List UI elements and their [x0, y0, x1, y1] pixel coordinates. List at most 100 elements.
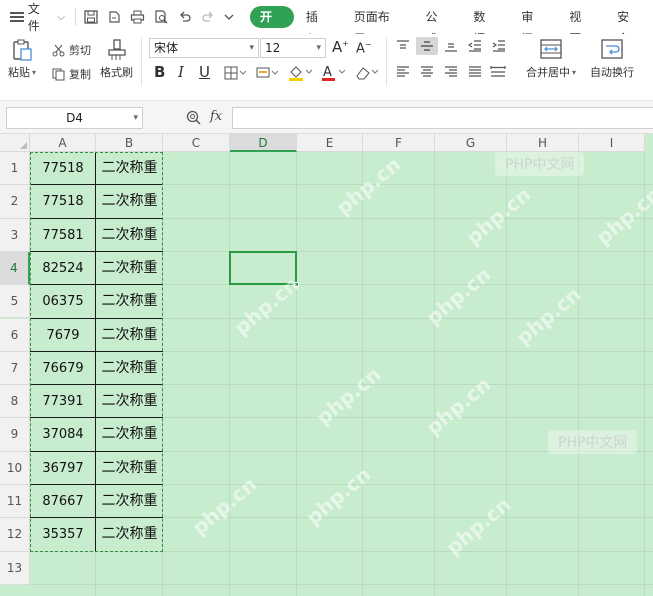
customize-toolbar-icon[interactable]	[224, 10, 234, 24]
underline-icon[interactable]: U	[199, 63, 210, 81]
column-header-f[interactable]: F	[363, 134, 435, 152]
row-header-1[interactable]: 1	[0, 152, 30, 186]
select-all-button[interactable]	[0, 134, 30, 152]
copy-selection-marquee	[30, 152, 163, 552]
cell-style-icon[interactable]	[256, 66, 278, 80]
spreadsheet-grid[interactable]: A B C D E F G H I 1 2 3 4 5 6 7 8 9 10 11 12 13 77518 二次称重 77518…	[0, 134, 653, 596]
save-icon[interactable]	[84, 10, 98, 24]
file-menu-label: 文件	[27, 2, 40, 33]
justify-icon[interactable]	[468, 66, 482, 78]
format-painter-button[interactable]: 格式刷	[100, 38, 133, 80]
tab-home[interactable]: 开始	[249, 6, 294, 46]
row-header-5[interactable]: 5	[0, 285, 30, 319]
menu-bar: 文件 ⌵ 开始 插入 页面布局 公式 数据 审阅 视图 安全	[0, 0, 653, 46]
increase-indent-icon[interactable]	[492, 40, 506, 52]
column-header-d[interactable]: D	[230, 134, 297, 152]
fill-color-icon[interactable]	[288, 65, 312, 81]
row-header-9[interactable]: 9	[0, 418, 30, 452]
tab-formulas[interactable]: 公式	[414, 6, 462, 46]
column-header-c[interactable]: C	[163, 134, 230, 152]
merge-dropdown-icon[interactable]: ▾	[572, 68, 576, 77]
column-header-g[interactable]: G	[435, 134, 507, 152]
align-right-icon[interactable]	[444, 66, 458, 78]
align-middle-icon	[421, 41, 433, 51]
formula-input[interactable]	[232, 107, 653, 129]
decrease-font-size-icon[interactable]: A−	[356, 40, 372, 56]
row-header-12[interactable]: 12	[0, 518, 30, 552]
ribbon-tabs: 开始 插入 页面布局 公式 数据 审阅 视图 安全	[249, 6, 653, 46]
align-left-icon[interactable]	[396, 66, 410, 78]
paste-dropdown-icon[interactable]: ▾	[32, 68, 36, 77]
ribbon-home: 粘贴 ▾ 剪切 复制 格式刷 宋体 ▾ 12 ▾ A+ A− B I U A 合…	[0, 34, 653, 92]
row-header-4[interactable]: 4	[0, 251, 30, 286]
tab-security[interactable]: 安全	[605, 6, 653, 46]
column-header-a[interactable]: A	[30, 134, 96, 152]
insert-function-button[interactable]: fx	[210, 109, 222, 124]
watermark: php.cn	[511, 282, 586, 350]
tab-review[interactable]: 审阅	[509, 6, 557, 46]
print-preview-icon[interactable]	[154, 10, 169, 24]
format-painter-icon	[107, 39, 126, 60]
increase-font-size-icon[interactable]: A+	[332, 38, 349, 56]
redo-icon[interactable]	[201, 10, 215, 24]
align-bottom-icon[interactable]	[444, 40, 458, 52]
undo-icon[interactable]	[178, 10, 192, 24]
tab-view[interactable]: 视图	[557, 6, 605, 46]
row-header-7[interactable]: 7	[0, 351, 30, 386]
row-header-8[interactable]: 8	[0, 385, 30, 419]
align-top-icon[interactable]	[396, 40, 410, 52]
merge-center-label: 合并居中	[526, 66, 570, 79]
distributed-align-icon[interactable]	[490, 65, 506, 79]
clear-format-icon[interactable]	[354, 65, 378, 81]
cut-button[interactable]: 剪切	[52, 42, 91, 58]
italic-icon[interactable]: I	[178, 63, 184, 81]
zoom-icon[interactable]	[186, 110, 202, 126]
font-size-value: 12	[265, 41, 281, 55]
row-header-2[interactable]: 2	[0, 185, 30, 219]
row-header-6[interactable]: 6	[0, 318, 30, 352]
row-header-10[interactable]: 10	[0, 451, 30, 485]
font-name-select[interactable]: 宋体 ▾	[149, 38, 259, 58]
watermark: PHP中文网	[495, 152, 585, 176]
watermark: PHP中文网	[548, 430, 638, 454]
grid-line	[229, 152, 230, 596]
row-header-3[interactable]: 3	[0, 218, 30, 252]
format-painter-label: 格式刷	[100, 66, 133, 79]
merge-center-button[interactable]: 合并居中 ▾	[526, 38, 576, 80]
quick-access-toolbar	[74, 8, 234, 26]
chevron-down-icon: ▾	[316, 43, 321, 53]
paste-button[interactable]: 粘贴 ▾	[8, 38, 36, 80]
file-menu-button[interactable]: 文件 ⌵	[10, 0, 65, 34]
row-header-13[interactable]: 13	[0, 551, 30, 585]
wrap-text-button[interactable]: 自动换行	[590, 38, 634, 80]
font-size-select[interactable]: 12 ▾	[260, 38, 326, 58]
borders-icon[interactable]	[224, 66, 246, 80]
column-header-h[interactable]: H	[507, 134, 579, 152]
row-header-11[interactable]: 11	[0, 485, 30, 519]
grid-line	[644, 152, 645, 596]
tab-insert[interactable]: 插入	[294, 6, 342, 46]
decrease-indent-icon[interactable]	[468, 40, 482, 52]
bold-icon[interactable]: B	[154, 63, 165, 81]
font-name-value: 宋体	[154, 41, 179, 55]
font-color-icon[interactable]: A	[321, 64, 345, 81]
tab-data[interactable]: 数据	[461, 6, 509, 46]
tab-page-layout[interactable]: 页面布局	[342, 6, 414, 46]
column-header-e[interactable]: E	[297, 134, 363, 152]
align-middle-button[interactable]	[416, 37, 438, 55]
watermark: php.cn	[301, 462, 376, 530]
name-box-value: D4	[66, 111, 83, 125]
column-header-b[interactable]: B	[96, 134, 163, 152]
align-center-icon[interactable]	[420, 66, 434, 78]
print-icon[interactable]	[130, 10, 145, 24]
formula-bar: D4 ▾ fx	[0, 100, 653, 134]
chevron-down-icon: ▾	[133, 113, 138, 123]
export-pdf-icon[interactable]	[107, 10, 121, 24]
watermark: php.cn	[187, 472, 262, 540]
name-box[interactable]: D4 ▾	[6, 107, 143, 129]
column-header-i[interactable]: I	[579, 134, 645, 152]
copy-label: 复制	[69, 68, 91, 81]
copy-button[interactable]: 复制	[52, 66, 91, 82]
ribbon-divider	[386, 38, 387, 86]
chevron-down-icon: ⌵	[57, 11, 65, 23]
